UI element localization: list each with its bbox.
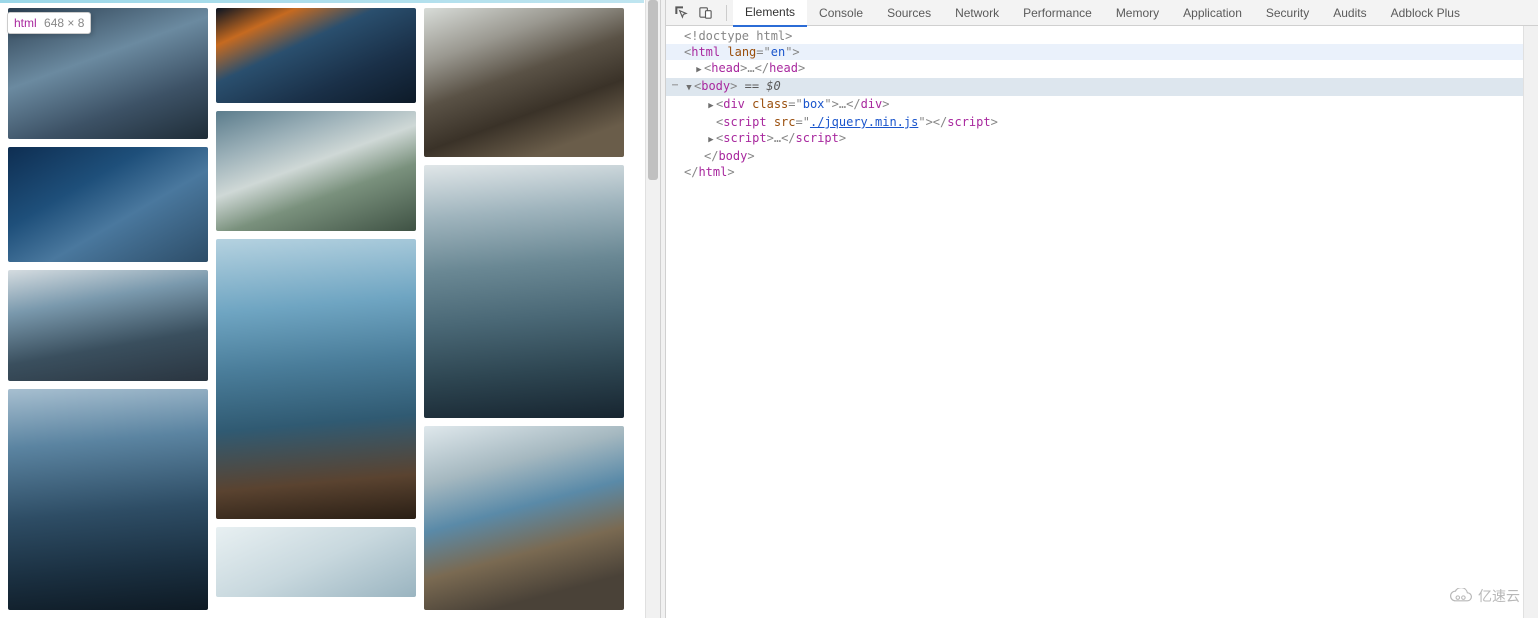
doctype-text: <!doctype html> <box>684 29 792 43</box>
tab-sources[interactable]: Sources <box>875 0 943 26</box>
gallery-image[interactable] <box>216 239 416 519</box>
tree-line[interactable]: <script src="./jquery.min.js"></script> <box>666 114 1538 130</box>
tree-line[interactable]: <!doctype html> <box>666 28 1538 44</box>
devtools-panel: Elements Console Sources Network Perform… <box>666 0 1538 618</box>
tooltip-dimensions: 648 × 8 <box>44 16 84 30</box>
tab-adblock[interactable]: Adblock Plus <box>1379 0 1472 26</box>
gallery-image[interactable] <box>216 527 416 597</box>
tree-line[interactable]: ▶<script>…</script> <box>666 130 1538 148</box>
tab-application[interactable]: Application <box>1171 0 1254 26</box>
tab-security[interactable]: Security <box>1254 0 1321 26</box>
cloud-icon <box>1448 588 1474 604</box>
device-toggle-icon[interactable] <box>696 4 714 22</box>
tree-line[interactable]: </body> <box>666 148 1538 164</box>
page-viewport: html 648 × 8 <box>0 0 660 618</box>
image-gallery <box>0 0 660 618</box>
script-src-link[interactable]: ./jquery.min.js <box>810 115 918 129</box>
gallery-image[interactable] <box>424 426 624 610</box>
tooltip-tag: html <box>14 16 37 30</box>
expand-arrow-icon[interactable]: ▶ <box>706 132 716 148</box>
gallery-image[interactable] <box>424 165 624 418</box>
tree-line[interactable]: </html> <box>666 164 1538 180</box>
page-scrollbar[interactable] <box>645 0 660 618</box>
tab-memory[interactable]: Memory <box>1104 0 1171 26</box>
gallery-column <box>216 8 416 610</box>
dom-tree[interactable]: <!doctype html> <html lang="en"> ▶<head>… <box>666 26 1538 618</box>
tab-elements[interactable]: Elements <box>733 0 807 27</box>
tab-network[interactable]: Network <box>943 0 1011 26</box>
gallery-image[interactable] <box>216 8 416 103</box>
scrollbar-thumb[interactable] <box>648 0 658 180</box>
gallery-column <box>424 8 624 610</box>
tree-line[interactable]: ▶<div class="box">…</div> <box>666 96 1538 114</box>
collapse-arrow-icon[interactable]: ▼ <box>684 80 694 96</box>
tab-performance[interactable]: Performance <box>1011 0 1104 26</box>
element-tooltip: html 648 × 8 <box>7 12 91 34</box>
tab-console[interactable]: Console <box>807 0 875 26</box>
devtools-scrollbar[interactable] <box>1523 26 1538 618</box>
tree-line[interactable]: <html lang="en"> <box>666 44 1538 60</box>
gallery-image[interactable] <box>216 111 416 231</box>
gallery-image[interactable] <box>424 8 624 157</box>
toolbar-separator <box>726 5 727 21</box>
gallery-image[interactable] <box>8 389 208 610</box>
watermark-text: 亿速云 <box>1478 586 1520 606</box>
watermark: 亿速云 <box>1448 586 1520 606</box>
expand-arrow-icon[interactable]: ▶ <box>706 98 716 114</box>
inspect-icon[interactable] <box>672 4 690 22</box>
tree-line[interactable]: ▶<head>…</head> <box>666 60 1538 78</box>
expand-arrow-icon[interactable]: ▶ <box>694 62 704 78</box>
devtools-toolbar: Elements Console Sources Network Perform… <box>666 0 1538 26</box>
gallery-image[interactable] <box>8 147 208 262</box>
page-load-bar <box>0 0 644 3</box>
tree-line-selected[interactable]: ⋯ ▼<body> == $0 <box>666 78 1538 96</box>
gallery-image[interactable] <box>8 270 208 381</box>
tab-audits[interactable]: Audits <box>1321 0 1378 26</box>
selection-marker-icon: ⋯ <box>668 78 682 94</box>
gallery-column <box>8 8 208 610</box>
